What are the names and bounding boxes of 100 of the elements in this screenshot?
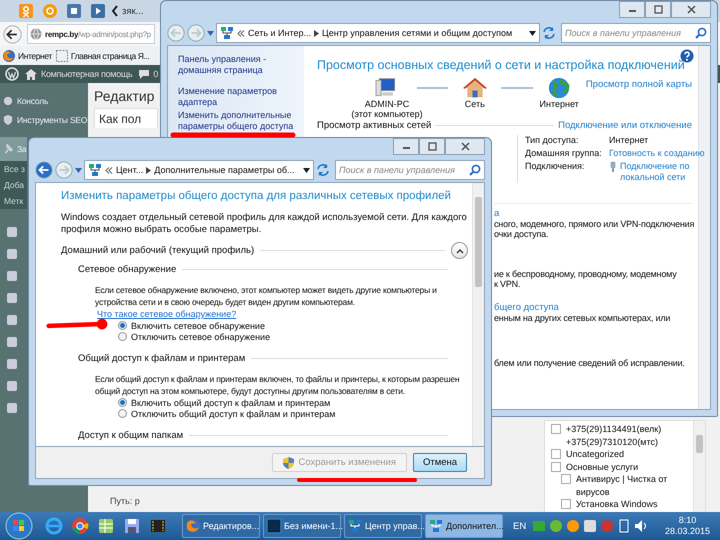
tray-icon[interactable] (583, 519, 598, 533)
collapse-button[interactable] (451, 242, 468, 259)
checkbox[interactable] (551, 449, 561, 459)
submenu-item[interactable]: Метк (0, 193, 27, 209)
category-label: Установка Windows (576, 498, 658, 510)
speaker-icon[interactable] (634, 519, 648, 533)
menu-item[interactable]: Инструменты SEO (0, 110, 88, 129)
full-map-link[interactable]: Просмотр полной карты (586, 79, 692, 90)
forward-icon[interactable] (55, 161, 73, 179)
tray-icon[interactable] (549, 519, 564, 533)
close-button[interactable] (671, 1, 711, 18)
search-field[interactable]: Поиск в панели управления (335, 160, 485, 180)
breadcrumb-item[interactable]: Дополнительные параметры об... (154, 165, 295, 175)
menu-item-icon[interactable] (6, 248, 18, 260)
back-icon[interactable] (3, 24, 22, 44)
chevron-left-icon[interactable] (111, 5, 119, 17)
property-link[interactable]: Готовность к созданию (609, 148, 705, 159)
maximize-button[interactable] (645, 1, 671, 18)
refresh-icon[interactable] (316, 163, 330, 177)
minimize-button[interactable] (619, 1, 645, 18)
logo-icon[interactable] (5, 67, 19, 81)
language-indicator[interactable]: EN (513, 520, 526, 532)
description-text: ие к беспроводному, проводному, модемному к VPN. (494, 269, 678, 289)
figure-icon[interactable] (19, 4, 33, 18)
search-field[interactable]: Поиск в панели управления (561, 23, 711, 43)
search-icon[interactable] (695, 27, 707, 39)
menu-item-icon[interactable] (6, 226, 18, 238)
breadcrumb-item[interactable]: Цент... (116, 165, 144, 175)
taskbar-button[interactable]: Центр управ... (344, 514, 422, 538)
taskbar-button[interactable]: Дополнител... (425, 514, 503, 538)
speech-bubble-icon[interactable] (138, 68, 150, 80)
task-link[interactable]: Панель управления - домашняя страница (178, 54, 300, 76)
film-icon[interactable] (149, 517, 167, 535)
menu-item-icon[interactable] (6, 292, 18, 304)
help-link[interactable]: Что такое сетевое обнаружение? (97, 308, 236, 320)
menu-item-icon[interactable] (6, 314, 18, 326)
property-link[interactable]: Подключение по локальной сети (620, 161, 702, 183)
tray-icon[interactable] (566, 519, 580, 533)
comment-count: 0 (153, 69, 158, 79)
ring-icon[interactable] (43, 4, 57, 18)
radio-button[interactable] (118, 398, 127, 407)
task-link[interactable]: Изменение параметров адаптера (178, 86, 300, 108)
menu-item-icon[interactable] (6, 336, 18, 348)
submenu-item[interactable]: Доба (0, 177, 27, 193)
menu-item[interactable]: Консоль (0, 91, 88, 110)
scrollbar[interactable] (472, 183, 484, 446)
node-label: Интернет (540, 99, 579, 109)
task-link[interactable]: Изменить дополнительные параметры общего доступа (178, 110, 300, 132)
site-link[interactable]: Компьютерная помощь (25, 68, 132, 80)
cancel-button[interactable]: Отмена (413, 453, 467, 472)
globe-icon (30, 28, 42, 40)
chrome-circle-icon[interactable] (71, 517, 89, 535)
dropdown-icon[interactable] (529, 30, 536, 36)
maximize-button[interactable] (419, 138, 445, 155)
breadcrumb-item[interactable]: Сеть и Интер... (248, 28, 312, 38)
connect-link[interactable]: Подключение или отключение (558, 120, 692, 131)
minimize-button[interactable] (393, 138, 419, 155)
radio-button[interactable] (118, 321, 127, 330)
tile-icon[interactable] (67, 4, 81, 18)
menu-item-icon[interactable] (6, 358, 18, 370)
radio-button[interactable] (118, 332, 127, 341)
start-orb-icon[interactable] (4, 512, 34, 540)
post-title-field[interactable]: Как пол (94, 108, 158, 128)
menu-item-icon[interactable] (6, 270, 18, 282)
refresh-icon[interactable] (542, 26, 556, 40)
close-button[interactable] (445, 138, 485, 155)
checkbox[interactable] (551, 424, 561, 434)
clock-time[interactable]: 8:10 (678, 515, 696, 526)
checkbox[interactable] (551, 462, 561, 472)
forward-icon[interactable] (187, 24, 205, 42)
taskbar-button[interactable]: Редактиров... (182, 514, 260, 538)
checkbox[interactable] (561, 499, 571, 509)
settings-link[interactable]: а (494, 208, 692, 219)
menu-item-icon[interactable] (6, 402, 18, 414)
checkbox[interactable] (561, 474, 571, 484)
tray-icon[interactable] (617, 519, 632, 533)
dropdown-icon[interactable] (303, 168, 310, 172)
bookmark-link[interactable]: Интернет (3, 50, 52, 62)
search-icon[interactable] (469, 164, 481, 176)
spreadsheet-icon[interactable] (97, 517, 115, 535)
clock-date[interactable]: 28.03.2015 (664, 526, 710, 537)
address-field[interactable]: Сеть и Интер... Центр управления сетями и общим доступом (216, 23, 540, 43)
taskbar-button[interactable]: Без имени-1... (263, 514, 341, 538)
address-field[interactable]: rempc.by/wp-admin/post.php?p (27, 24, 155, 44)
browser-e-icon[interactable] (45, 517, 63, 535)
tab-title[interactable]: зяк... (122, 6, 144, 16)
menu-item-icon (3, 144, 13, 154)
settings-link[interactable]: бщего доступа (494, 302, 692, 313)
radio-button[interactable] (118, 409, 127, 418)
address-field[interactable]: Цент... Дополнительные параметры об... (84, 160, 314, 180)
play-icon[interactable] (91, 4, 105, 18)
menu-item-icon[interactable] (6, 380, 18, 392)
section-heading: Просмотр активных сетей (317, 120, 432, 131)
bookmark-link[interactable]: Главная страница Я... (56, 50, 150, 62)
back-icon[interactable] (35, 161, 53, 179)
scrollbar[interactable] (693, 421, 705, 512)
property-value: Интернет (609, 135, 648, 146)
submenu-item[interactable]: Все з (0, 161, 27, 177)
breadcrumb-item[interactable]: Центр управления сетями и общим доступом (322, 28, 512, 38)
page-heading: Изменить параметры общего доступа для различных сетевых профилей (61, 189, 452, 203)
